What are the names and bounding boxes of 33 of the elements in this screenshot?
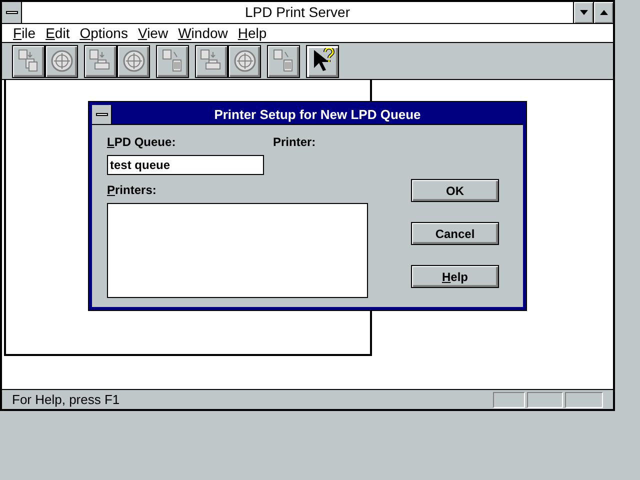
control-menu-button[interactable] bbox=[92, 105, 112, 124]
menu-item[interactable]: File bbox=[10, 22, 39, 44]
disc-icon bbox=[232, 49, 256, 73]
pages-icon bbox=[18, 49, 40, 73]
minimize-button[interactable] bbox=[573, 2, 593, 23]
status-text: For Help, press F1 bbox=[12, 390, 121, 409]
field-label: Printers: bbox=[107, 182, 158, 199]
disc-icon bbox=[50, 49, 74, 73]
menu-item[interactable]: Window bbox=[175, 22, 231, 44]
field-label: LPD Queue: bbox=[107, 134, 177, 151]
maximize-button[interactable] bbox=[593, 2, 613, 23]
printers-list[interactable] bbox=[107, 203, 368, 298]
dialog-title: Printer Setup for New LPD Queue bbox=[213, 106, 422, 124]
up-arrow-icon bbox=[600, 10, 608, 15]
menu-item[interactable]: View bbox=[134, 22, 172, 44]
down-arrow-icon bbox=[580, 10, 588, 15]
menu-item[interactable]: Options bbox=[76, 22, 131, 44]
bin-icon bbox=[162, 49, 184, 73]
dialog-button[interactable]: Cancel bbox=[411, 222, 499, 245]
toolbar-button[interactable] bbox=[306, 44, 339, 78]
menu-item[interactable]: Edit bbox=[42, 22, 73, 44]
dialog-button[interactable]: OK bbox=[411, 179, 499, 202]
bin-icon bbox=[272, 49, 294, 73]
status-panel bbox=[527, 392, 563, 408]
queue-input[interactable]: test queue bbox=[107, 155, 264, 175]
status-panel bbox=[493, 392, 525, 408]
menu-item[interactable]: Help bbox=[234, 22, 270, 44]
dialog-button[interactable]: Help bbox=[411, 265, 499, 288]
control-menu-button[interactable] bbox=[2, 2, 22, 23]
field-label: Printer: bbox=[273, 134, 316, 151]
disc-icon bbox=[122, 49, 146, 73]
status-panel bbox=[565, 392, 603, 408]
window-title: LPD Print Server bbox=[244, 3, 352, 22]
